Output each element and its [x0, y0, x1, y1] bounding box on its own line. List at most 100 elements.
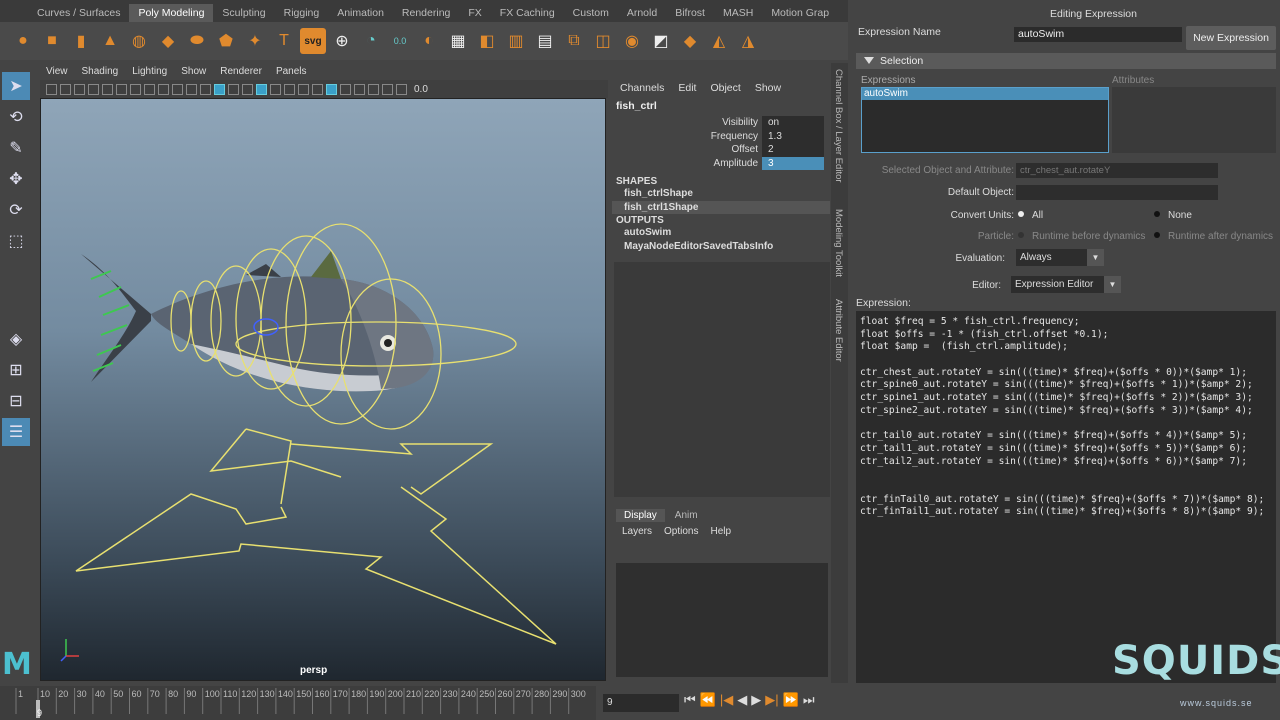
ambient-occlusion-icon[interactable] — [298, 83, 309, 95]
expression-name-field[interactable]: autoSwim — [1014, 27, 1182, 42]
wireframe-icon[interactable] — [200, 83, 211, 95]
layer-menu-layers[interactable]: Layers — [622, 526, 652, 537]
direction-arrow-left[interactable] — [209, 428, 342, 478]
expression-list-item[interactable]: autoSwim — [862, 88, 1108, 100]
channel-attr-value[interactable]: 3 — [762, 156, 824, 170]
motion-blur-icon[interactable] — [312, 83, 323, 95]
plane-icon[interactable]: ◆ — [155, 28, 181, 54]
expression-code-editor[interactable]: float $freq = 5 * fish_ctrl.frequency; fl… — [856, 311, 1276, 683]
collapse-triangle-icon[interactable] — [864, 57, 874, 64]
text-icon[interactable]: T — [271, 28, 297, 54]
gate-mask-icon[interactable] — [144, 83, 155, 95]
layout-single-icon[interactable]: ◈ — [2, 325, 30, 353]
cube-icon[interactable]: ■ — [39, 28, 65, 54]
disc-icon[interactable]: ⬬ — [184, 28, 210, 54]
move-tool-icon[interactable]: ✥ — [2, 165, 30, 193]
exposure-field[interactable]: 0.0 — [414, 84, 428, 95]
xray-components-icon[interactable] — [396, 83, 407, 95]
shelf-tab-custom[interactable]: Custom — [564, 4, 618, 22]
platonic-icon[interactable]: ⬟ — [213, 28, 239, 54]
layer-tab-display[interactable]: Display — [616, 509, 665, 522]
multicut-icon[interactable]: 0.0 — [387, 28, 413, 54]
anti-aliasing-icon[interactable] — [326, 83, 337, 95]
shelf-tab-mash[interactable]: MASH — [714, 4, 762, 22]
viewport-menu-renderer[interactable]: Renderer — [220, 63, 262, 80]
shelf-tab-sculpting[interactable]: Sculpting — [213, 4, 274, 22]
append-icon[interactable]: ▥ — [503, 28, 529, 54]
bookmark-icon[interactable] — [74, 83, 85, 95]
smooth-icon[interactable]: ◉ — [619, 28, 645, 54]
depth-of-field-icon[interactable] — [340, 83, 351, 95]
safe-action-icon[interactable] — [172, 83, 183, 95]
camera-select-icon[interactable] — [46, 83, 57, 95]
scale-tool-icon[interactable]: ⬚ — [2, 227, 30, 255]
smooth-shade-icon[interactable] — [214, 83, 225, 95]
channel-attr-row[interactable]: Amplitude 3 — [612, 156, 830, 170]
shape-item[interactable]: fish_ctrl1Shape — [612, 200, 830, 214]
paint-select-icon[interactable]: ✎ — [2, 134, 30, 162]
step-back-frame-icon[interactable]: |◀ — [720, 692, 733, 708]
editor-type-dropdown[interactable]: Expression Editor ▼ — [1011, 276, 1121, 293]
expressions-list[interactable]: autoSwim — [861, 87, 1109, 153]
particle-after-radio[interactable]: Runtime after dynamics — [1154, 231, 1273, 242]
new-expression-button[interactable]: New Expression — [1186, 26, 1276, 50]
extrude-icon[interactable]: ◐ — [416, 28, 442, 54]
viewport-menu-lighting[interactable]: Lighting — [132, 63, 167, 80]
reduce-icon[interactable]: ◆ — [677, 28, 703, 54]
star-icon[interactable]: ✦ — [242, 28, 268, 54]
tab-modeling-toolkit[interactable]: Modeling Toolkit — [833, 209, 844, 277]
target-weld-icon[interactable]: ⊕ — [329, 28, 355, 54]
viewport-3d[interactable] — [40, 98, 606, 681]
viewport-menu-show[interactable]: Show — [181, 63, 206, 80]
safe-title-icon[interactable] — [186, 83, 197, 95]
selection-section-header[interactable]: Selection — [856, 53, 1276, 69]
current-frame-field[interactable]: 9 — [603, 694, 679, 712]
default-material-icon[interactable] — [228, 83, 239, 95]
shelf-tab-motion-grap[interactable]: Motion Grap — [762, 4, 838, 22]
bevel-icon[interactable]: ▦ — [445, 28, 471, 54]
field-chart-icon[interactable] — [158, 83, 169, 95]
step-back-key-icon[interactable]: ⏪ — [700, 692, 716, 708]
play-forward-icon[interactable]: ▶ — [751, 692, 761, 708]
isolate-select-icon[interactable] — [354, 83, 365, 95]
grid-icon[interactable] — [102, 83, 113, 95]
shelf-tab-animation[interactable]: Animation — [328, 4, 393, 22]
shelf-tab-bifrost[interactable]: Bifrost — [666, 4, 714, 22]
cylinder-icon[interactable]: ▮ — [68, 28, 94, 54]
output-item[interactable]: MayaNodeEditorSavedTabsInfo — [612, 240, 830, 254]
channel-box-menu-object[interactable]: Object — [710, 82, 740, 94]
go-to-end-icon[interactable]: ⏭ — [803, 692, 815, 708]
channel-box-node-name[interactable]: fish_ctrl — [612, 94, 830, 112]
channel-attr-value[interactable]: on — [762, 116, 824, 130]
tab-channel-box[interactable]: Channel Box / Layer Editor — [833, 69, 844, 183]
film-gate-icon[interactable] — [116, 83, 127, 95]
image-plane-icon[interactable] — [88, 83, 99, 95]
layer-tab-anim[interactable]: Anim — [667, 509, 706, 522]
attributes-list[interactable] — [1112, 87, 1276, 153]
separate-icon[interactable]: ◫ — [590, 28, 616, 54]
combine-icon[interactable]: ⧉ — [561, 28, 587, 54]
textured-icon[interactable] — [256, 83, 267, 95]
step-forward-key-icon[interactable]: ⏩ — [783, 692, 799, 708]
outliner-layout-icon[interactable]: ☰ — [2, 418, 30, 446]
quadrangulate-icon[interactable]: ◮ — [735, 28, 761, 54]
layout-four-icon[interactable]: ⊞ — [2, 356, 30, 384]
layer-menu-help[interactable]: Help — [710, 526, 731, 537]
shelf-tab-arnold[interactable]: Arnold — [618, 4, 666, 22]
channel-attr-value[interactable]: 1.3 — [762, 129, 824, 143]
shadows-icon[interactable] — [284, 83, 295, 95]
shelf-tab-curves-surfaces[interactable]: Curves / Surfaces — [28, 4, 129, 22]
shelf-tab-rendering[interactable]: Rendering — [393, 4, 459, 22]
wireframe-on-shaded-icon[interactable] — [242, 83, 253, 95]
xray-icon[interactable] — [368, 83, 379, 95]
layer-menu-options[interactable]: Options — [664, 526, 698, 537]
rotate-tool-icon[interactable]: ⟳ — [2, 196, 30, 224]
channel-box-menu-show[interactable]: Show — [755, 82, 781, 94]
shape-item[interactable]: fish_ctrlShape — [612, 187, 830, 201]
use-all-lights-icon[interactable] — [270, 83, 281, 95]
svg-icon[interactable]: svg — [300, 28, 326, 54]
xray-joints-icon[interactable] — [382, 83, 393, 95]
tuna-fish-tail[interactable] — [81, 254, 151, 382]
layout-two-icon[interactable]: ⊟ — [2, 387, 30, 415]
direction-arrow-top[interactable] — [290, 443, 494, 495]
